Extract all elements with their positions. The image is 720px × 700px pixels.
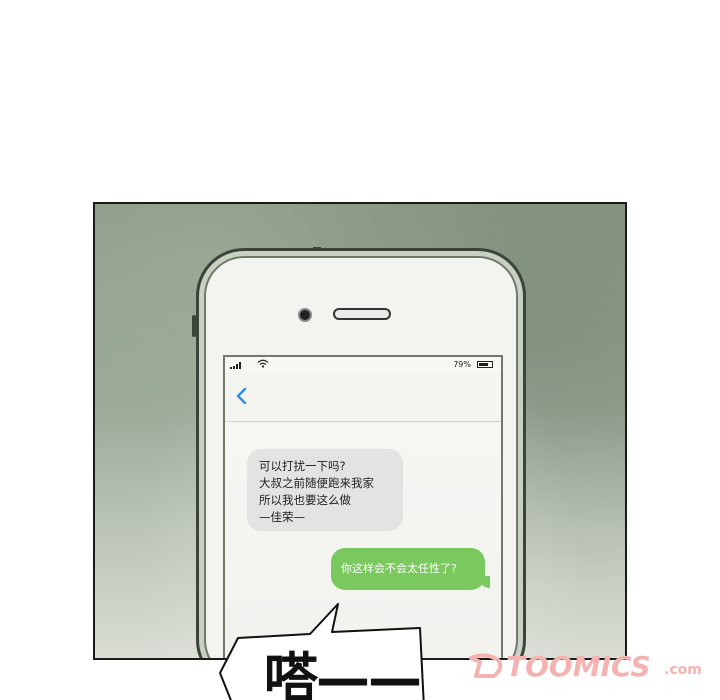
watermark-suffix: .com: [664, 662, 702, 678]
signal-bars-icon: [230, 362, 244, 369]
toomics-watermark: TOOMICS .com: [468, 648, 708, 684]
comic-page: 79% 可以打扰一下吗? 大叔之前随便跑来我家 所以我也要这么做 —佳荣— 你这…: [0, 0, 720, 700]
battery-fill: [479, 363, 488, 366]
toomics-logo-icon: [469, 653, 503, 678]
sound-effect-text: 嗒——: [264, 647, 422, 700]
comic-panel: 79% 可以打扰一下吗? 大叔之前随便跑来我家 所以我也要这么做 —佳荣— 你这…: [93, 202, 627, 660]
front-camera-icon: [298, 308, 312, 322]
sound-effect-bubble: 嗒——: [210, 598, 430, 700]
messages-nav-bar: [225, 373, 501, 422]
wifi-icon: [257, 359, 269, 370]
received-message-line: 可以打扰一下吗?: [259, 459, 346, 473]
watermark-text: TOOMICS: [506, 650, 651, 683]
received-message-bubble: 可以打扰一下吗? 大叔之前随便跑来我家 所以我也要这么做 —佳荣—: [247, 449, 403, 531]
battery-percentage: 79%: [453, 360, 471, 369]
earpiece-speaker: [333, 308, 391, 320]
received-message-line: 所以我也要这么做: [259, 493, 351, 507]
phone-side-button: [192, 315, 196, 337]
received-message-signature: —佳荣—: [259, 510, 305, 524]
sent-message-text: 你这样会不会太任性了?: [341, 562, 457, 575]
battery-icon: [477, 361, 493, 368]
sent-bubble-tail: [478, 576, 490, 588]
sent-message-bubble: 你这样会不会太任性了?: [331, 548, 490, 590]
phone-top-notch: [313, 247, 321, 251]
chevron-left-icon[interactable]: [233, 385, 251, 407]
received-message-line: 大叔之前随便跑来我家: [259, 476, 374, 490]
status-bar: 79%: [225, 357, 501, 373]
